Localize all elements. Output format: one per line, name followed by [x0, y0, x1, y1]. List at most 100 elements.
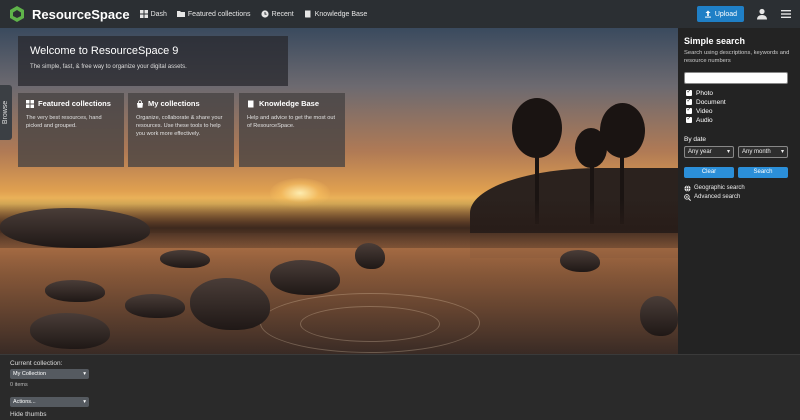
main-nav: Dash Featured collections Recent Knowled…	[139, 10, 368, 18]
type-label: Audio	[696, 116, 713, 124]
book-icon	[247, 100, 254, 107]
checkbox-checked[interactable]	[686, 88, 692, 97]
tile-header: Featured collections	[26, 99, 116, 108]
top-nav-bar: ResourceSpace Dash Featured collections …	[0, 0, 800, 28]
rock	[560, 250, 600, 272]
chevron-down-icon: ▾	[780, 149, 784, 156]
rock	[160, 250, 210, 268]
month-value: Any month	[742, 148, 771, 155]
type-photo[interactable]: Photo	[686, 88, 794, 97]
search-input[interactable]	[684, 71, 788, 84]
collection-count: 0 items	[10, 382, 28, 388]
nav-label: Dash	[150, 10, 167, 18]
upload-label: Upload	[714, 10, 737, 18]
browse-label: Browse	[2, 100, 10, 125]
nav-label: Featured collections	[187, 10, 251, 18]
collection-bar: Current collection: My Collection ▾ 0 ite…	[0, 354, 800, 420]
year-select[interactable]: Any year ▾	[684, 145, 734, 158]
type-label: Video	[696, 107, 713, 115]
grid-icon	[26, 99, 34, 108]
tree-crown	[512, 98, 562, 158]
tile-featured-collections[interactable]: Featured collections The very best resou…	[18, 93, 124, 167]
year-value: Any year	[688, 148, 712, 155]
search-hint: Search using descriptions, keywords and …	[684, 50, 790, 64]
rock	[30, 313, 110, 349]
tile-knowledge-base[interactable]: Knowledge Base Help and advice to get th…	[239, 93, 345, 167]
hide-thumbs-link[interactable]: Hide thumbs	[10, 411, 790, 418]
rock	[125, 294, 185, 318]
folder-icon	[176, 11, 185, 17]
tile-description: Organize, collaborate & share your resou…	[136, 115, 223, 138]
nav-dash[interactable]: Dash	[139, 10, 167, 18]
globe-icon	[684, 184, 691, 192]
type-video[interactable]: Video	[686, 106, 794, 115]
browse-tab[interactable]: Browse	[0, 85, 12, 140]
welcome-title: Welcome to ResourceSpace 9	[30, 45, 179, 57]
clear-button[interactable]: Clear	[684, 166, 734, 178]
type-audio[interactable]: Audio	[686, 115, 794, 124]
nav-knowledge-base[interactable]: Knowledge Base	[304, 10, 368, 18]
hamburger-icon	[781, 10, 791, 18]
collection-value: My Collection	[13, 371, 47, 377]
search-plus-icon	[684, 193, 691, 201]
type-document[interactable]: Document	[686, 97, 794, 106]
rock	[640, 296, 678, 336]
header-actions: Upload	[696, 6, 792, 22]
brand-logo[interactable]: ResourceSpace	[8, 5, 140, 23]
tile-title: Featured collections	[38, 99, 111, 108]
search-buttons: Clear Search	[684, 166, 794, 178]
tree-crown	[575, 128, 607, 168]
welcome-subtitle: The simple, fast, & free way to organize…	[30, 64, 187, 70]
welcome-panel: Welcome to ResourceSpace 9 The simple, f…	[18, 36, 288, 86]
shopping-bag-icon	[137, 99, 143, 108]
checkbox-checked[interactable]	[686, 106, 692, 115]
tile-description: Help and advice to get the most out of R…	[247, 115, 336, 130]
search-sidebar: Simple search Search using descriptions,…	[678, 28, 800, 354]
user-menu[interactable]	[756, 8, 768, 20]
nav-label: Recent	[271, 10, 294, 18]
tile-title: Knowledge Base	[259, 99, 320, 108]
clock-icon	[260, 10, 269, 18]
actions-select[interactable]: Actions... ▾	[10, 397, 89, 407]
nav-label: Knowledge Base	[314, 10, 368, 18]
search-button[interactable]: Search	[738, 166, 788, 178]
nav-recent[interactable]: Recent	[260, 10, 294, 18]
search-title: Simple search	[684, 36, 746, 46]
checkbox-checked[interactable]	[686, 97, 692, 106]
rock	[355, 243, 385, 269]
tile-description: The very best resources, hand picked and…	[26, 115, 102, 130]
rock	[0, 208, 150, 248]
advanced-label: Advanced search	[694, 194, 741, 201]
actions-value: Actions...	[13, 399, 36, 405]
book-icon	[304, 10, 311, 18]
tile-header: My collections	[136, 99, 226, 108]
bydate-label: By date	[684, 135, 707, 143]
type-label: Photo	[696, 89, 713, 97]
date-selects: Any year ▾ Any month ▾	[684, 145, 794, 158]
main-menu[interactable]	[780, 8, 792, 20]
user-icon	[757, 8, 767, 20]
tile-header: Knowledge Base	[247, 99, 337, 108]
grid-icon	[139, 10, 148, 18]
month-select[interactable]: Any month ▾	[738, 145, 788, 158]
rock	[270, 260, 340, 295]
ripple	[300, 306, 440, 342]
collection-select[interactable]: My Collection ▾	[10, 369, 89, 379]
type-label: Document	[696, 98, 726, 106]
rock	[45, 280, 105, 302]
tile-my-collections[interactable]: My collections Organize, collaborate & s…	[128, 93, 234, 167]
advanced-search-link[interactable]: Advanced search	[684, 193, 794, 201]
chevron-down-icon: ▾	[83, 399, 86, 405]
tile-title: My collections	[148, 99, 200, 108]
nav-featured-collections[interactable]: Featured collections	[176, 10, 251, 18]
upload-button[interactable]: Upload	[696, 6, 744, 22]
geo-label: Geographic search	[694, 185, 745, 192]
chevron-down-icon: ▾	[83, 371, 86, 377]
geographic-search-link[interactable]: Geographic search	[684, 184, 794, 192]
logo-icon	[10, 6, 24, 22]
current-collection-label: Current collection:	[10, 360, 63, 367]
brand-name: ResourceSpace	[32, 6, 130, 22]
upload-icon	[704, 10, 711, 18]
chevron-down-icon: ▾	[726, 149, 730, 156]
checkbox-checked[interactable]	[686, 115, 692, 124]
